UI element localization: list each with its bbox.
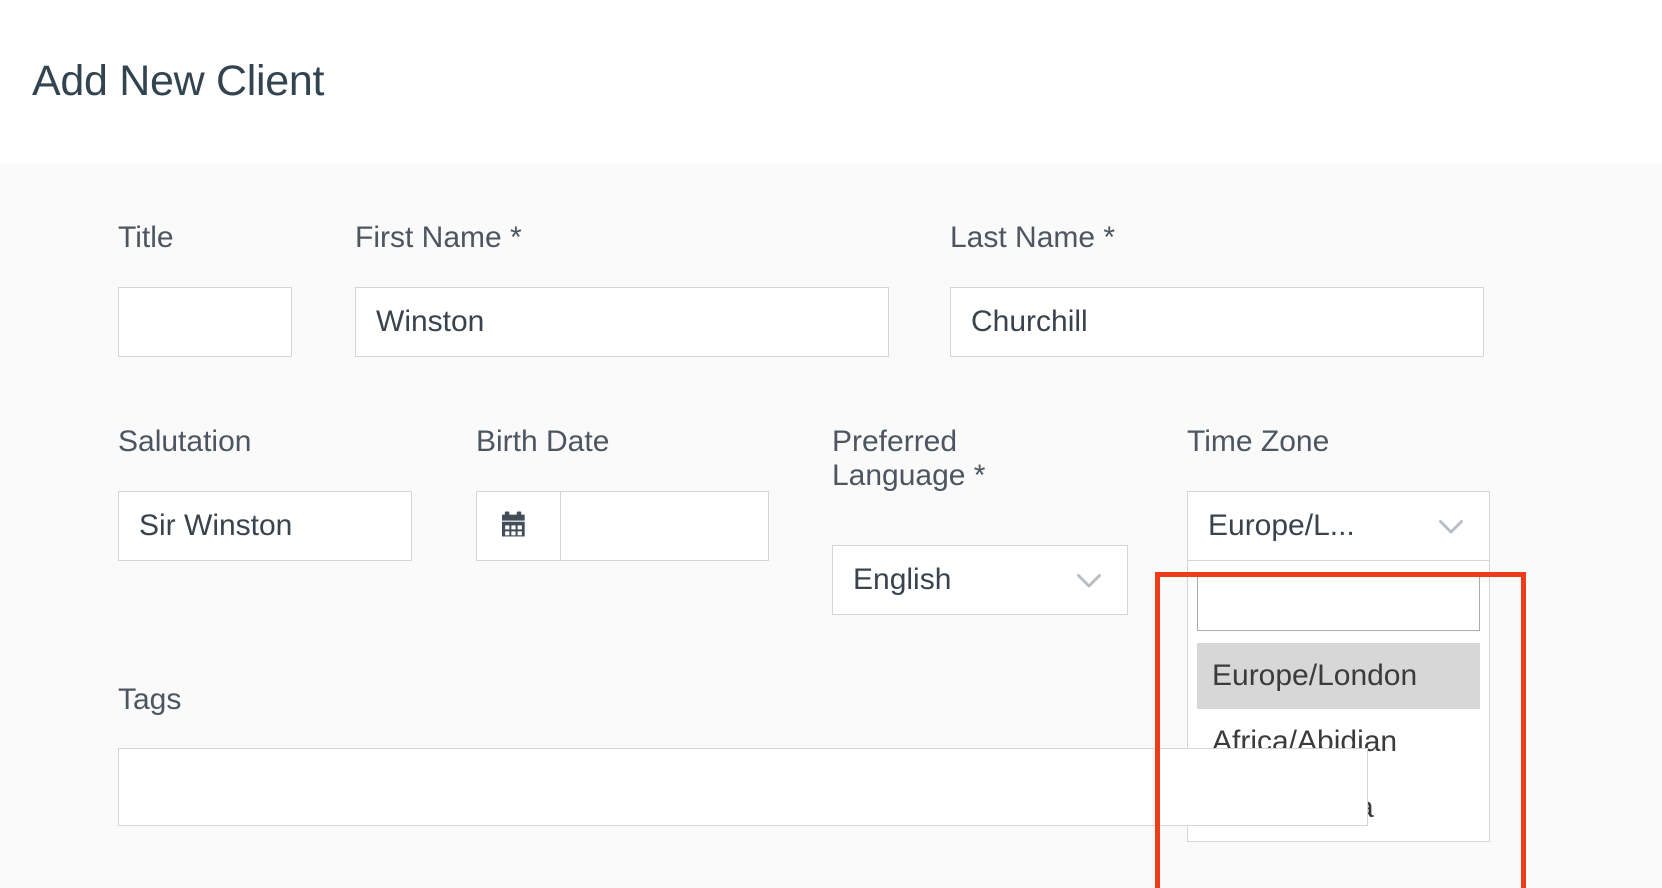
chevron-down-icon	[1071, 562, 1107, 598]
client-form: Title First Name * Winston Last Name * C…	[0, 163, 1662, 888]
input-first-name[interactable]: Winston	[355, 287, 889, 357]
page-header: Add New Client	[0, 0, 1662, 163]
label-preferred-language: Preferred Language *	[832, 425, 986, 492]
birth-date-group	[476, 491, 769, 561]
calendar-icon-button[interactable]	[476, 491, 560, 561]
select-preferred-language[interactable]: English	[832, 545, 1128, 615]
page-title: Add New Client	[32, 57, 325, 105]
input-title[interactable]	[118, 287, 292, 357]
calendar-icon	[501, 507, 536, 546]
input-tags[interactable]	[118, 748, 1368, 826]
chevron-down-icon	[1433, 508, 1469, 544]
select-preferred-language-value: English	[853, 563, 952, 596]
label-tags: Tags	[118, 683, 182, 716]
label-birth-date: Birth Date	[476, 425, 610, 458]
label-first-name: First Name *	[355, 221, 522, 254]
input-last-name[interactable]: Churchill	[950, 287, 1484, 357]
time-zone-selected-value: Europe/L...	[1208, 509, 1355, 542]
label-salutation: Salutation	[118, 425, 252, 458]
time-zone-option[interactable]: Europe/London	[1197, 643, 1480, 709]
label-time-zone: Time Zone	[1187, 425, 1330, 458]
time-zone-select-control[interactable]: Europe/L...	[1187, 491, 1490, 561]
label-last-name: Last Name *	[950, 221, 1116, 254]
time-zone-search-input[interactable]	[1197, 573, 1480, 631]
label-title: Title	[118, 221, 174, 254]
input-salutation[interactable]: Sir Winston	[118, 491, 412, 561]
input-birth-date[interactable]	[560, 491, 769, 561]
